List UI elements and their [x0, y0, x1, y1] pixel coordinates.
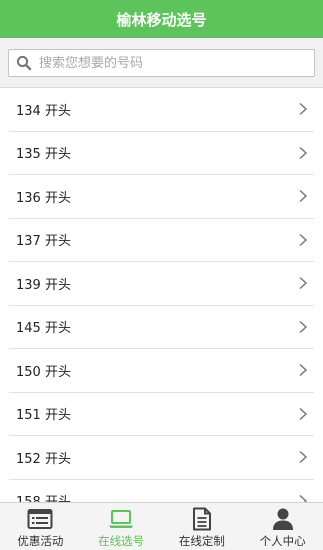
tab-promotions[interactable]: 优惠活动 — [0, 503, 81, 550]
list-item-label: 139 开头 — [16, 277, 71, 293]
list-item[interactable]: 139 开头 — [9, 262, 314, 306]
list-item-label: 145 开头 — [16, 321, 71, 337]
list-item-label: 150 开头 — [16, 364, 71, 380]
document-icon — [189, 507, 215, 531]
list-item[interactable]: 152 开头 — [9, 436, 314, 480]
list-item[interactable]: 134 开头 — [9, 88, 314, 132]
promo-list-icon — [27, 507, 53, 531]
list-item[interactable]: 150 开头 — [9, 349, 314, 393]
list-item-label: 151 开头 — [16, 408, 71, 424]
laptop-icon — [108, 507, 134, 531]
chevron-right-icon — [299, 407, 308, 420]
tab-online-select[interactable]: 在线选号 — [81, 503, 162, 550]
tab-label: 在线定制 — [178, 534, 225, 548]
list-item-label: 158 开头 — [9, 491, 71, 502]
search-icon — [11, 50, 37, 76]
user-icon — [270, 507, 296, 531]
list-item-label: 135 开头 — [16, 147, 71, 163]
chevron-right-icon — [299, 190, 308, 203]
chevron-right-icon — [299, 494, 308, 502]
list-item-label: 152 开头 — [16, 451, 71, 467]
list-item[interactable]: 137 开头 — [9, 219, 314, 262]
list-item[interactable]: 145 开头 — [9, 306, 314, 349]
chevron-right-icon — [299, 146, 308, 159]
search-box[interactable] — [8, 49, 315, 77]
tab-label: 在线选号 — [98, 534, 145, 548]
bottom-tab-bar: 优惠活动 在线选号 在线定制 个人中心 — [0, 502, 323, 550]
tab-online-custom[interactable]: 在线定制 — [162, 503, 243, 550]
list-item[interactable]: 136 开头 — [9, 175, 314, 219]
tab-label: 优惠活动 — [17, 534, 64, 548]
prefix-list: 134 开头 135 开头 136 开头 137 开头 139 开头 145 开… — [0, 88, 323, 502]
list-item-label: 137 开头 — [16, 234, 71, 250]
page-title: 榆林移动选号 — [116, 10, 207, 29]
tab-personal-center[interactable]: 个人中心 — [242, 503, 323, 550]
chevron-right-icon — [299, 320, 308, 333]
chevron-right-icon — [299, 103, 308, 116]
search-bar — [0, 38, 323, 88]
list-item[interactable]: 151 开头 — [9, 393, 314, 436]
list-item[interactable]: 135 开头 — [9, 132, 314, 175]
search-input[interactable] — [37, 51, 307, 75]
tab-label: 个人中心 — [259, 534, 306, 548]
chevron-right-icon — [299, 233, 308, 246]
list-item-label: 136 开头 — [16, 190, 71, 206]
chevron-right-icon — [299, 451, 308, 464]
chevron-right-icon — [299, 277, 308, 290]
list-item[interactable]: 158 开头 — [9, 480, 314, 502]
chevron-right-icon — [299, 364, 308, 377]
app-header: 榆林移动选号 — [0, 0, 323, 38]
list-item-label: 134 开头 — [16, 103, 71, 119]
